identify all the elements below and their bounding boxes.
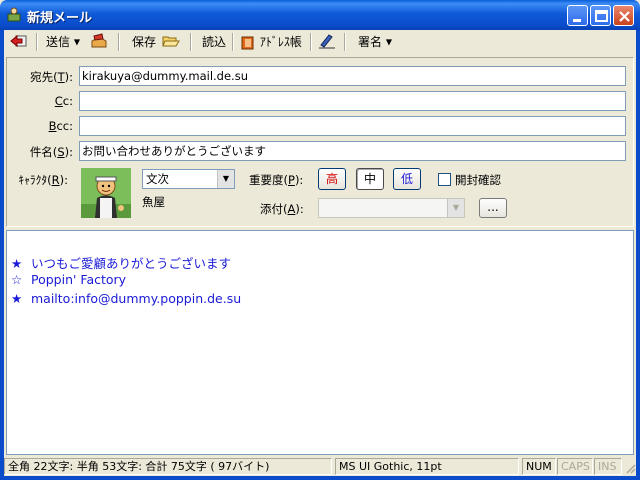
toolbar-separator [310, 33, 312, 51]
fishmonger-character-icon [81, 168, 131, 218]
close-button[interactable] [613, 5, 634, 26]
title-bar[interactable]: 新規メール [0, 0, 640, 30]
num-lock-status: NUM [522, 458, 556, 475]
chevron-down-icon: ▼ [73, 37, 80, 47]
maximize-button[interactable] [590, 5, 611, 26]
caps-lock-status: CAPS [557, 458, 593, 475]
signature-label: 署名 [358, 35, 383, 49]
close-mail-button[interactable] [10, 33, 30, 51]
signature-button[interactable]: 署名 ▼ [358, 33, 392, 51]
font-status: MS UI Gothic, 11pt [335, 458, 519, 475]
resize-grip-icon[interactable] [624, 462, 636, 474]
open-folder-button[interactable] [162, 33, 182, 51]
subject-label: 件名(S): [29, 145, 73, 159]
character-caption: 魚屋 [142, 195, 165, 209]
read-receipt-label: 開封確認 [455, 173, 501, 187]
toolbar-separator [118, 33, 120, 51]
priority-medium-button[interactable]: 中 [356, 168, 384, 190]
body-line: ★ mailto:info@dummy.poppin.de.su [11, 291, 242, 306]
toolbar-separator [36, 33, 38, 51]
attach-select[interactable]: ▼ [318, 198, 465, 218]
window-title: 新規メール [27, 11, 93, 26]
toolbar-separator [190, 33, 192, 51]
load-label: 読込 [202, 35, 227, 49]
address-book-button[interactable]: ｱﾄﾞﾚｽ帳 [240, 33, 302, 51]
body-line: ☆ Poppin' Factory [11, 272, 127, 287]
address-book-icon [241, 36, 254, 49]
toolbar: 送信 ▼ 保存 読込 ｱﾄﾞﾚｽ帳 署名 ▼ [4, 30, 636, 54]
signature-icon-button[interactable] [318, 33, 338, 51]
dropdown-arrow-icon[interactable]: ▼ [217, 170, 234, 188]
outbox-icon [91, 33, 107, 48]
pen-icon [319, 34, 335, 49]
character-select[interactable]: 文次 ▼ [142, 169, 235, 189]
bcc-label: Bcc: [48, 119, 73, 133]
star-filled-icon: ★ [11, 256, 23, 271]
toolbar-separator [344, 33, 346, 51]
priority-high-button[interactable]: 高 [318, 168, 346, 190]
send-button[interactable]: 送信 ▼ [46, 33, 80, 51]
subject-field[interactable]: お問い合わせありがとうございます [79, 141, 626, 161]
insert-mode-status: INS [594, 458, 622, 475]
char-count-status: 全角 22文字: 半角 53文字: 合計 75文字 ( 97バイト) [4, 458, 332, 475]
bcc-field[interactable] [79, 116, 626, 136]
status-bar: 全角 22文字: 半角 53文字: 合計 75文字 ( 97バイト) MS UI… [4, 456, 636, 476]
close-icon [619, 11, 630, 22]
attach-label: 添付(A): [260, 202, 304, 216]
toolbar-separator [232, 33, 234, 51]
priority-low-button[interactable]: 低 [393, 168, 421, 190]
to-label: 宛先(T): [30, 70, 73, 84]
exit-icon [10, 34, 27, 48]
message-body[interactable]: ★ いつもご愛顧ありがとうございます ☆ Poppin' Factory ★ mail… [6, 230, 634, 455]
cc-label: Cc: [54, 94, 73, 108]
minimize-icon [573, 19, 581, 22]
character-label: ｷｬﾗｸﾀ(R): [18, 173, 68, 187]
save-button[interactable]: 保存 [132, 33, 156, 51]
maximize-icon [595, 10, 608, 22]
read-receipt-checkbox[interactable] [438, 173, 451, 186]
star-outline-icon: ☆ [11, 272, 23, 287]
dropdown-arrow-icon[interactable]: ▼ [447, 199, 464, 217]
load-button[interactable]: 読込 [202, 33, 226, 51]
to-field[interactable]: kirakuya@dummy.mail.de.su [79, 66, 626, 86]
folder-open-icon [162, 36, 180, 47]
character-avatar [81, 168, 131, 218]
body-line: ★ いつもご愛顧ありがとうございます [11, 256, 232, 271]
save-label: 保存 [132, 35, 157, 49]
star-filled-icon: ★ [11, 291, 23, 306]
priority-label: 重要度(P): [249, 173, 304, 187]
attach-browse-button[interactable]: ... [479, 198, 507, 218]
address-book-label: ｱﾄﾞﾚｽ帳 [259, 35, 302, 49]
cc-field[interactable] [79, 91, 626, 111]
mail-app-icon [7, 7, 21, 22]
character-selected: 文次 [146, 172, 169, 186]
chevron-down-icon: ▼ [385, 37, 392, 47]
send-label: 送信 [46, 35, 71, 49]
send-box-button[interactable] [90, 33, 110, 51]
minimize-button[interactable] [567, 5, 588, 26]
